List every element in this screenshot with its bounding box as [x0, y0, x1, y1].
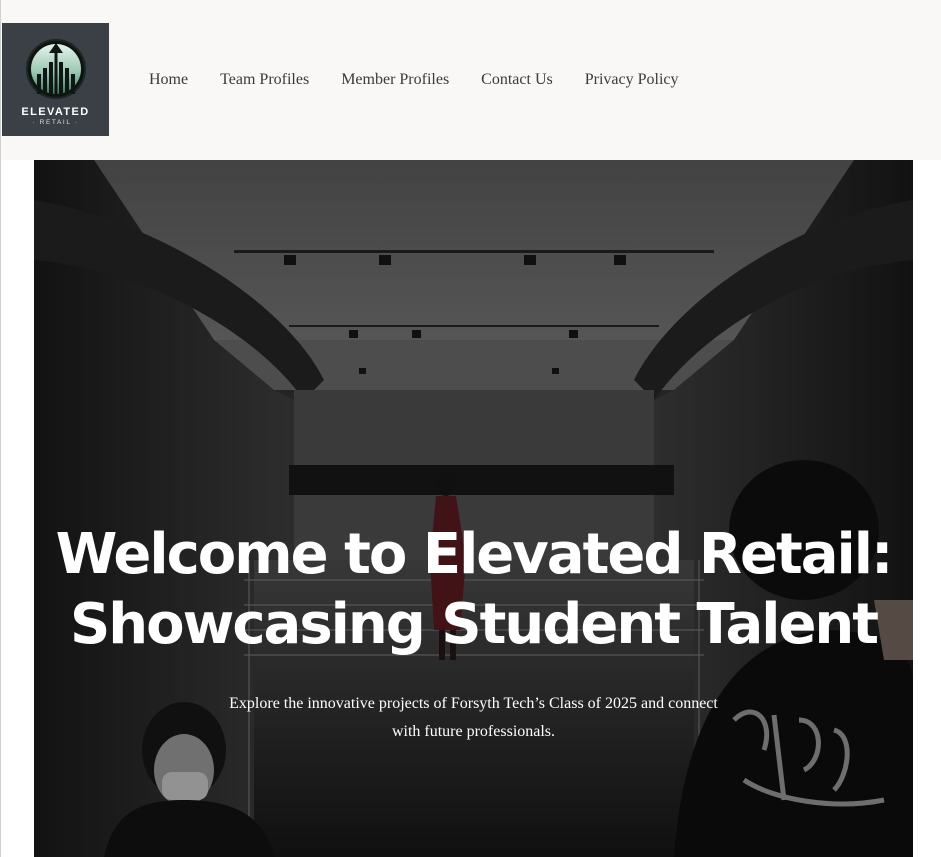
hero-title-line-1: Welcome to Elevated Retail:	[55, 522, 894, 587]
site-logo[interactable]: ELEVATED · RETAIL ·	[2, 23, 109, 136]
hero-title: Welcome to Elevated Retail: Showcasing S…	[34, 520, 913, 660]
main-navigation: Home Team Profiles Member Profiles Conta…	[149, 70, 678, 90]
hero-subtitle: Explore the innovative projects of Forsy…	[229, 695, 718, 740]
page: ELEVATED · RETAIL · Home Team Profiles M…	[0, 0, 941, 857]
nav-member-profiles[interactable]: Member Profiles	[341, 70, 449, 90]
nav-privacy-policy[interactable]: Privacy Policy	[585, 70, 679, 90]
rising-arrow-logo-icon	[25, 39, 86, 99]
site-header: ELEVATED · RETAIL · Home Team Profiles M…	[1, 0, 941, 160]
logo-wordmark: ELEVATED	[21, 106, 90, 118]
hero-section: Welcome to Elevated Retail: Showcasing S…	[34, 160, 913, 857]
logo-subtitle: · RETAIL ·	[32, 119, 79, 126]
nav-team-profiles[interactable]: Team Profiles	[220, 70, 309, 90]
nav-home[interactable]: Home	[149, 70, 188, 90]
hero-title-line-2: Showcasing Student Talent	[69, 592, 879, 657]
hero-dark-overlay	[34, 160, 913, 857]
nav-contact-us[interactable]: Contact Us	[481, 70, 553, 90]
